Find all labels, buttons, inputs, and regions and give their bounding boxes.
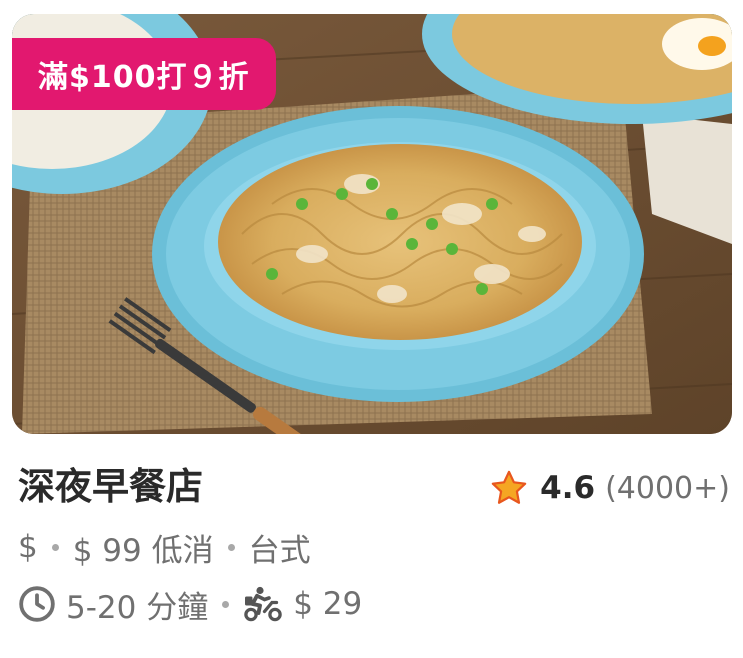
star-icon (491, 470, 527, 504)
rating: 4.6 (4000+) (490, 464, 730, 512)
delivery-row: 5-20 分鐘 $ 29 (18, 581, 362, 627)
separator-dot (222, 600, 230, 608)
minimum-order: $ 99 低消 (72, 532, 214, 569)
scooter-icon (244, 586, 282, 622)
info-row: $ $ 99 低消 台式 (18, 524, 311, 570)
rating-value: 4.6 (540, 470, 596, 506)
cuisine-type: 台式 (248, 532, 311, 569)
rating-count: (4000+) (605, 470, 730, 506)
delivery-time: 5-20 分鐘 (66, 589, 209, 626)
separator-dot (51, 543, 59, 551)
promo-badge: 滿$100打９折 (12, 38, 276, 110)
restaurant-card[interactable]: 滿$100打９折 深夜早餐店 4.6 (4000+) $ $ 99 低消 台式 … (0, 0, 743, 658)
title-row: 深夜早餐店 4.6 (4000+) (18, 460, 730, 516)
delivery-fee: $ 29 (293, 586, 363, 622)
separator-dot (227, 543, 235, 551)
price-level: $ (18, 529, 38, 565)
restaurant-name[interactable]: 深夜早餐店 (18, 462, 203, 512)
clock-icon (19, 586, 55, 622)
